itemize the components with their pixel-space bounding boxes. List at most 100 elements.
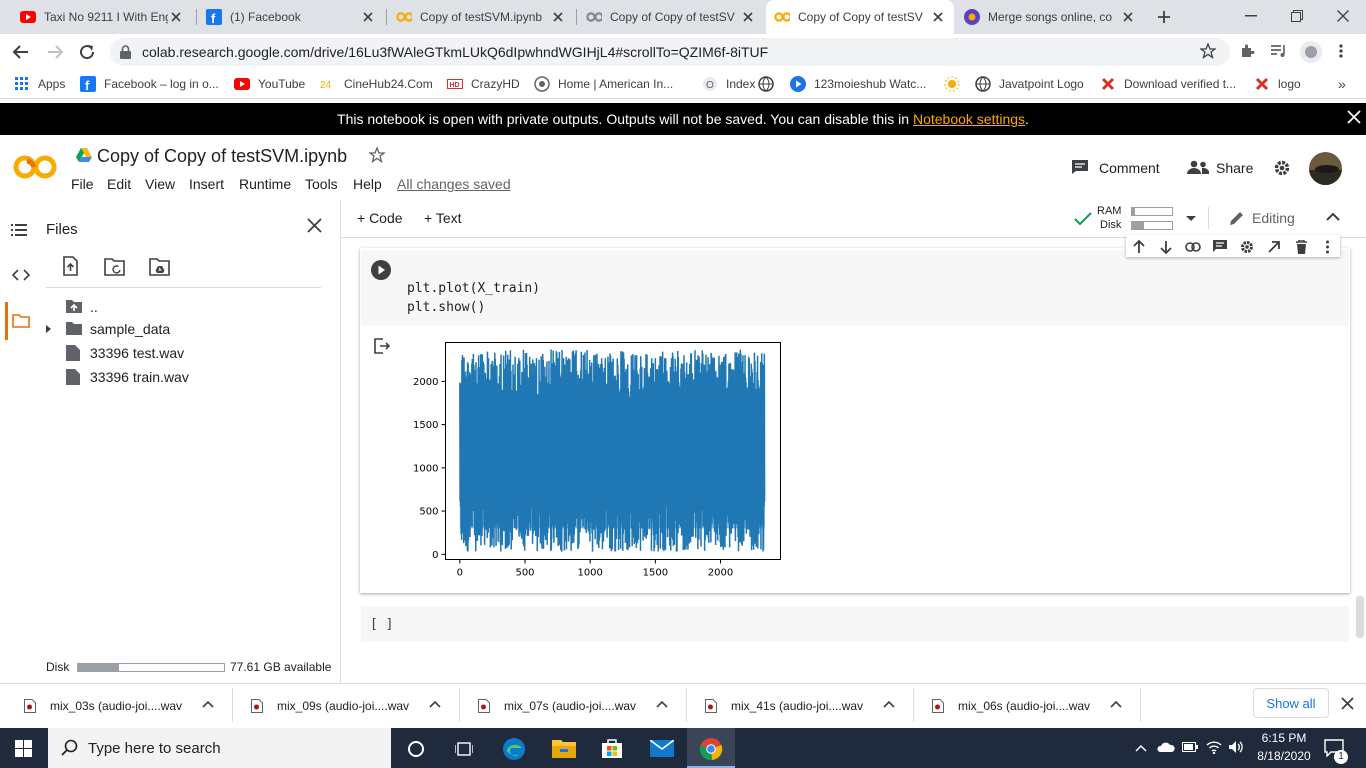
close-tab-icon[interactable]	[360, 9, 376, 25]
menu-insert[interactable]: Insert	[189, 176, 224, 192]
more-actions-icon[interactable]	[1325, 240, 1330, 254]
wifi-icon[interactable]	[1206, 740, 1222, 754]
editing-mode-button[interactable]: Editing	[1252, 210, 1295, 226]
notebook-settings-link[interactable]: Notebook settings	[913, 111, 1025, 127]
volume-icon[interactable]	[1228, 740, 1244, 754]
task-view-icon[interactable]	[455, 740, 473, 758]
code-snippets-icon[interactable]	[12, 268, 30, 282]
move-down-icon[interactable]	[1160, 240, 1172, 254]
expand-arrow-icon[interactable]	[45, 324, 53, 334]
download-item[interactable]: mix_03s (audio-joi....wav	[22, 697, 182, 715]
mail-icon[interactable]	[650, 740, 674, 757]
save-status[interactable]: All changes saved	[397, 176, 511, 192]
minimize-icon[interactable]	[1228, 0, 1274, 32]
browser-tab-2[interactable]: f (1) Facebook	[198, 0, 384, 34]
clock-date[interactable]: 8/18/2020	[1250, 749, 1318, 763]
bookmark-logo[interactable]: logo	[1254, 75, 1301, 93]
media-controls-icon[interactable]	[1270, 43, 1288, 59]
clock-time[interactable]: 6:15 PM	[1253, 731, 1315, 745]
new-tab-icon[interactable]	[1156, 9, 1172, 25]
edge-icon[interactable]	[502, 737, 526, 761]
show-all-downloads-button[interactable]: Show all	[1253, 688, 1329, 718]
bookmark-star-icon[interactable]	[1200, 43, 1216, 59]
colab-logo-icon[interactable]	[13, 154, 57, 180]
bookmark-globe[interactable]	[758, 75, 782, 93]
profile-avatar-icon[interactable]	[1300, 41, 1322, 63]
upload-icon[interactable]	[61, 256, 79, 276]
menu-edit[interactable]: Edit	[107, 176, 131, 192]
close-tab-icon[interactable]	[930, 9, 946, 25]
download-options-chevron-icon[interactable]	[883, 700, 895, 708]
refresh-folder-icon[interactable]	[104, 258, 126, 276]
table-of-contents-icon[interactable]	[11, 223, 27, 237]
browser-tab-5-active[interactable]: Copy of Copy of testSV	[766, 0, 954, 34]
cell-settings-icon[interactable]	[1240, 240, 1254, 254]
bookmark-crazyhd[interactable]: HD CrazyHD	[447, 75, 520, 93]
share-button[interactable]: Share	[1216, 160, 1253, 176]
add-comment-icon[interactable]	[1213, 240, 1227, 253]
resources-dropdown-icon[interactable]	[1186, 216, 1196, 222]
extensions-icon[interactable]	[1239, 43, 1255, 59]
file-item-test-wav[interactable]: 33396 test.wav	[66, 343, 184, 363]
run-cell-icon[interactable]	[370, 259, 392, 281]
close-downloads-icon[interactable]	[1341, 697, 1354, 710]
browser-menu-icon[interactable]	[1338, 43, 1344, 59]
cortana-icon[interactable]	[407, 740, 425, 758]
bookmark-cinehub[interactable]: 24 CineHub24.Com	[320, 75, 433, 93]
notebook-title[interactable]: Copy of Copy of testSVM.ipynb	[97, 146, 347, 167]
bookmark-index[interactable]: O Index	[702, 75, 755, 93]
bookmark-download-verified[interactable]: Download verified t...	[1100, 75, 1236, 93]
close-tab-icon[interactable]	[1120, 9, 1136, 25]
menu-tools[interactable]: Tools	[305, 176, 338, 192]
close-panel-icon[interactable]	[307, 218, 322, 233]
output-actions-icon[interactable]	[374, 338, 390, 354]
download-item[interactable]: mix_41s (audio-joi....wav	[703, 697, 863, 715]
browser-tab-6[interactable]: Merge songs online, co	[956, 0, 1144, 34]
comment-icon[interactable]	[1071, 159, 1089, 175]
link-icon[interactable]	[1185, 242, 1201, 252]
microsoft-store-icon[interactable]	[601, 737, 623, 759]
browser-tab-4[interactable]: Copy of Copy of testSV	[578, 0, 764, 34]
delete-cell-icon[interactable]	[1296, 240, 1307, 254]
download-item[interactable]: mix_07s (audio-joi....wav	[476, 697, 636, 715]
download-options-chevron-icon[interactable]	[429, 700, 441, 708]
menu-help[interactable]: Help	[353, 176, 382, 192]
code-line-2[interactable]: plt.show()	[407, 300, 485, 315]
restore-icon[interactable]	[1274, 0, 1320, 32]
mount-drive-icon[interactable]	[149, 258, 171, 276]
empty-code-cell[interactable]	[361, 606, 1349, 642]
files-folder-icon[interactable]	[12, 314, 30, 328]
close-banner-icon[interactable]	[1347, 110, 1361, 124]
bookmark-apps[interactable]: Apps	[14, 75, 65, 93]
settings-gear-icon[interactable]	[1273, 159, 1291, 177]
menu-view[interactable]: View	[145, 176, 175, 192]
user-avatar[interactable]	[1309, 152, 1342, 185]
add-text-button[interactable]: + Text	[424, 210, 462, 226]
browser-tab-1[interactable]: Taxi No 9211 I With Eng	[12, 0, 192, 34]
menu-runtime[interactable]: Runtime	[239, 176, 291, 192]
browser-tab-3[interactable]: Copy of testSVM.ipynb	[388, 0, 574, 34]
download-options-chevron-icon[interactable]	[656, 700, 668, 708]
move-up-icon[interactable]	[1133, 240, 1145, 254]
download-options-chevron-icon[interactable]	[1110, 700, 1122, 708]
bookmark-american[interactable]: Home | American In...	[534, 75, 673, 93]
mirror-cell-icon[interactable]	[1268, 241, 1280, 253]
bookmark-youtube[interactable]: YouTube	[234, 75, 305, 93]
lock-icon[interactable]	[120, 45, 131, 59]
download-item[interactable]: mix_09s (audio-joi....wav	[249, 697, 409, 715]
forward-icon[interactable]	[46, 43, 64, 61]
share-people-icon[interactable]	[1187, 160, 1209, 174]
download-options-chevron-icon[interactable]	[202, 700, 214, 708]
file-item-parent[interactable]: ..	[66, 297, 98, 317]
battery-icon[interactable]	[1182, 742, 1198, 752]
close-tab-icon[interactable]	[168, 9, 184, 25]
bookmark-123moieshub[interactable]: 123moieshub Watc...	[790, 75, 926, 93]
bookmark-sun[interactable]	[944, 75, 968, 93]
download-item[interactable]: mix_06s (audio-joi....wav	[930, 697, 1090, 715]
close-tab-icon[interactable]	[550, 9, 566, 25]
back-icon[interactable]	[12, 43, 30, 61]
file-item-train-wav[interactable]: 33396 train.wav	[66, 367, 189, 387]
comment-button[interactable]: Comment	[1099, 160, 1160, 176]
code-line-1[interactable]: plt.plot(X_train)	[407, 281, 540, 296]
windows-start-icon[interactable]	[15, 740, 32, 757]
